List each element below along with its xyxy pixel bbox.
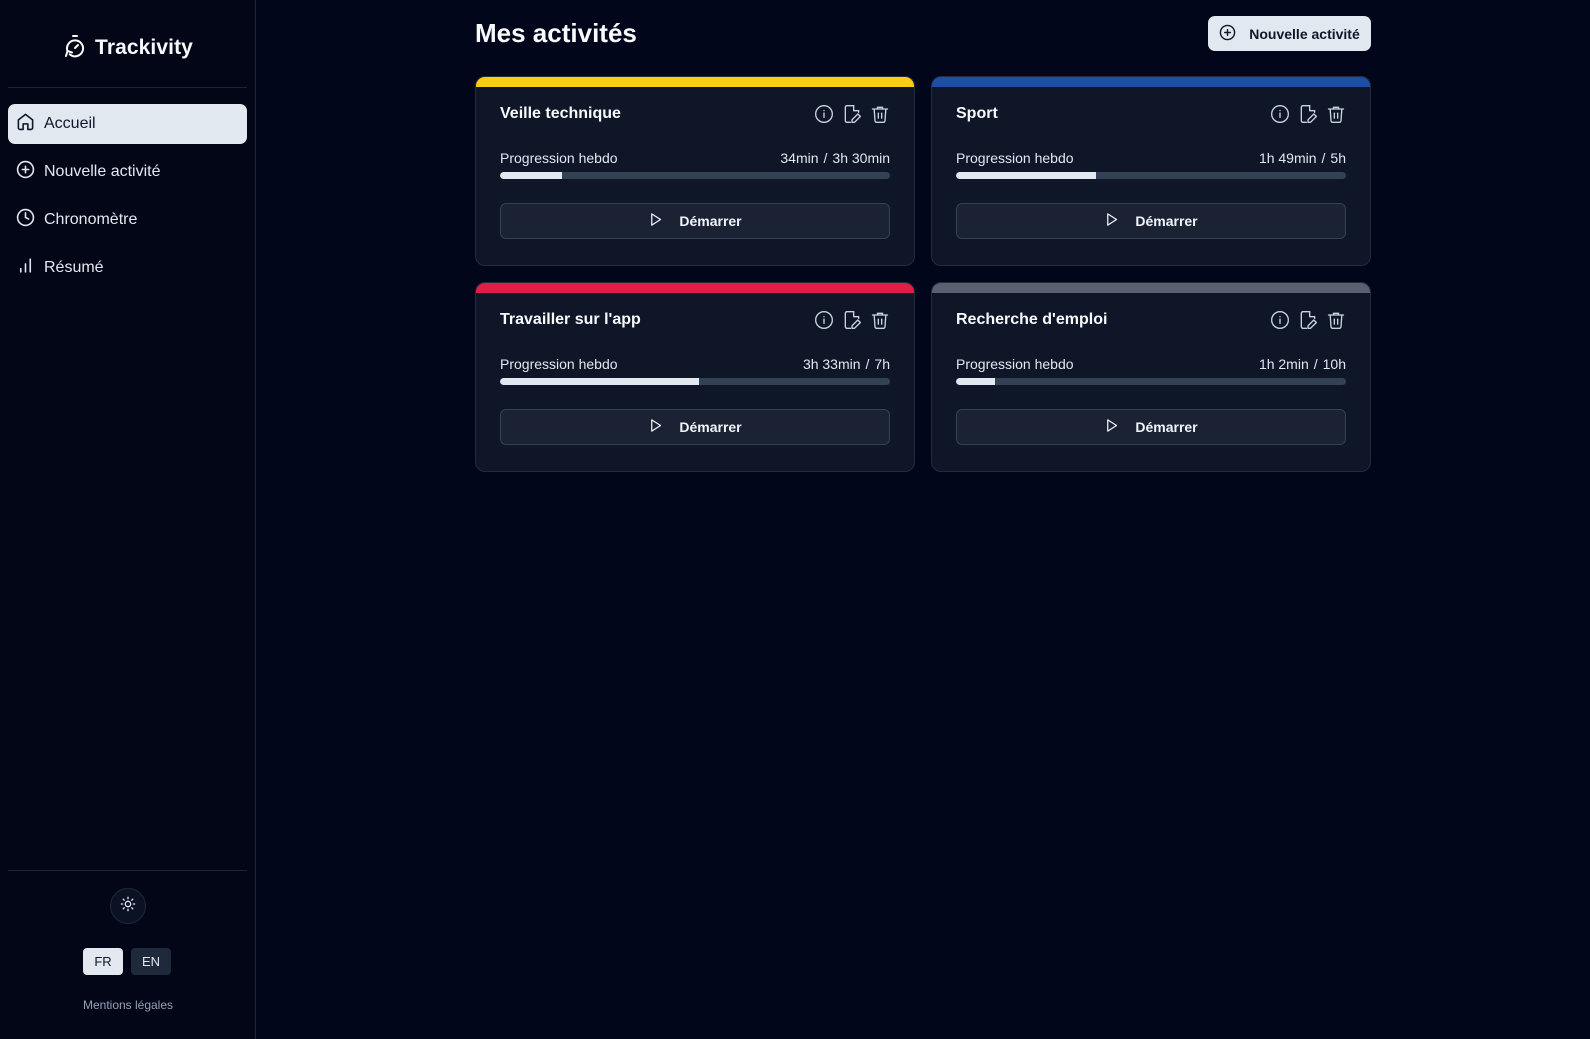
brand[interactable]: Trackivity	[0, 30, 256, 66]
sidebar-item-resume[interactable]: Résumé	[8, 248, 247, 288]
progress-separator: /	[865, 356, 870, 372]
time-done: 34min	[780, 150, 819, 166]
activity-name: Sport	[956, 105, 998, 122]
progress-label: Progression hebdo	[500, 150, 618, 166]
info-icon[interactable]	[814, 310, 834, 330]
progress-bar	[956, 172, 1346, 179]
time-goal: 3h 30min	[832, 150, 890, 166]
time-done: 1h 2min	[1258, 356, 1309, 372]
page-title: Mes activités	[475, 18, 637, 48]
progress-values: 1h 2min/ 10h	[1259, 356, 1346, 372]
sidebar-item-label: Chronomètre	[44, 211, 138, 228]
progress-values: 3h 33min/ 7h	[803, 356, 890, 372]
lang-fr-button[interactable]: FR	[83, 948, 123, 975]
progress-fill	[500, 172, 563, 179]
bar-chart-icon	[16, 256, 35, 280]
info-icon[interactable]	[814, 104, 834, 124]
sidebar-divider	[8, 870, 247, 871]
sidebar: Trackivity Accueil Nouvelle activité Chr…	[0, 0, 256, 1039]
trash-icon[interactable]	[870, 104, 890, 124]
edit-file-icon[interactable]	[1298, 310, 1318, 330]
sidebar-nav: Accueil Nouvelle activité Chronomètre Ré…	[8, 104, 247, 296]
activity-name: Recherche d'emploi	[956, 311, 1108, 328]
clock-icon	[16, 208, 35, 232]
theme-toggle-button[interactable]	[110, 888, 146, 924]
sidebar-item-label: Nouvelle activité	[44, 163, 161, 180]
activity-actions	[814, 310, 890, 330]
activity-color-bar	[932, 77, 1370, 87]
play-icon	[1104, 418, 1119, 436]
home-icon	[16, 112, 35, 136]
play-icon	[648, 212, 663, 230]
start-button[interactable]: Démarrer	[500, 203, 890, 239]
sidebar-divider	[8, 87, 247, 88]
progress-label: Progression hebdo	[500, 356, 618, 372]
progress-bar	[500, 172, 890, 179]
new-activity-button[interactable]: Nouvelle activité	[1208, 16, 1371, 51]
activity-actions	[1270, 310, 1346, 330]
timer-icon	[63, 34, 87, 63]
edit-file-icon[interactable]	[1298, 104, 1318, 124]
progress-label: Progression hebdo	[956, 150, 1074, 166]
edit-file-icon[interactable]	[842, 310, 862, 330]
time-done: 1h 49min	[1258, 150, 1317, 166]
brand-name: Trackivity	[95, 36, 193, 59]
progress-label: Progression hebdo	[956, 356, 1074, 372]
activity-card: Recherche d'emploi Progression hebdo 1h …	[931, 282, 1371, 472]
sidebar-item-chronometre[interactable]: Chronomètre	[8, 200, 247, 240]
legal-link[interactable]: Mentions légales	[0, 998, 256, 1012]
sun-icon	[120, 896, 136, 917]
play-icon	[1104, 212, 1119, 230]
activity-color-bar	[932, 283, 1370, 293]
sidebar-item-nouvelle-activite[interactable]: Nouvelle activité	[8, 152, 247, 192]
progress-separator: /	[1321, 150, 1326, 166]
sidebar-item-label: Accueil	[44, 115, 96, 132]
plus-circle-icon	[1219, 24, 1236, 44]
progress-separator: /	[1313, 356, 1318, 372]
plus-circle-icon	[16, 160, 35, 184]
activity-name: Travailler sur l'app	[500, 311, 641, 328]
time-done: 3h 33min	[802, 356, 861, 372]
start-label: Démarrer	[1135, 213, 1198, 229]
progress-values: 1h 49min/ 5h	[1259, 150, 1346, 166]
start-button[interactable]: Démarrer	[956, 203, 1346, 239]
activity-card: Sport Progression hebdo 1h 49min/ 5h Dém…	[931, 76, 1371, 266]
activity-name: Veille technique	[500, 105, 621, 122]
activity-actions	[814, 104, 890, 124]
start-button[interactable]: Démarrer	[500, 409, 890, 445]
time-goal: 5h	[1330, 150, 1346, 166]
time-goal: 7h	[874, 356, 890, 372]
new-activity-label: Nouvelle activité	[1249, 25, 1360, 42]
progress-bar	[500, 378, 890, 385]
activity-card: Travailler sur l'app Progression hebdo 3…	[475, 282, 915, 472]
language-switcher: FR EN	[83, 948, 171, 975]
sidebar-item-accueil[interactable]: Accueil	[8, 104, 247, 144]
info-icon[interactable]	[1270, 310, 1290, 330]
progress-separator: /	[823, 150, 828, 166]
trash-icon[interactable]	[870, 310, 890, 330]
trash-icon[interactable]	[1326, 310, 1346, 330]
activity-actions	[1270, 104, 1346, 124]
progress-fill	[500, 378, 699, 385]
progress-fill	[956, 378, 995, 385]
activity-card: Veille technique Progression hebdo 34min…	[475, 76, 915, 266]
app: Trackivity Accueil Nouvelle activité Chr…	[0, 0, 1590, 1039]
edit-file-icon[interactable]	[842, 104, 862, 124]
trash-icon[interactable]	[1326, 104, 1346, 124]
activity-color-bar	[476, 283, 914, 293]
progress-values: 34min/ 3h 30min	[780, 150, 890, 166]
info-icon[interactable]	[1270, 104, 1290, 124]
start-label: Démarrer	[1135, 419, 1198, 435]
start-label: Démarrer	[679, 213, 742, 229]
progress-fill	[956, 172, 1097, 179]
play-icon	[648, 418, 663, 436]
time-goal: 10h	[1322, 356, 1346, 372]
progress-bar	[956, 378, 1346, 385]
lang-en-button[interactable]: EN	[131, 948, 171, 975]
activity-color-bar	[476, 77, 914, 87]
sidebar-item-label: Résumé	[44, 259, 104, 276]
start-label: Démarrer	[679, 419, 742, 435]
start-button[interactable]: Démarrer	[956, 409, 1346, 445]
